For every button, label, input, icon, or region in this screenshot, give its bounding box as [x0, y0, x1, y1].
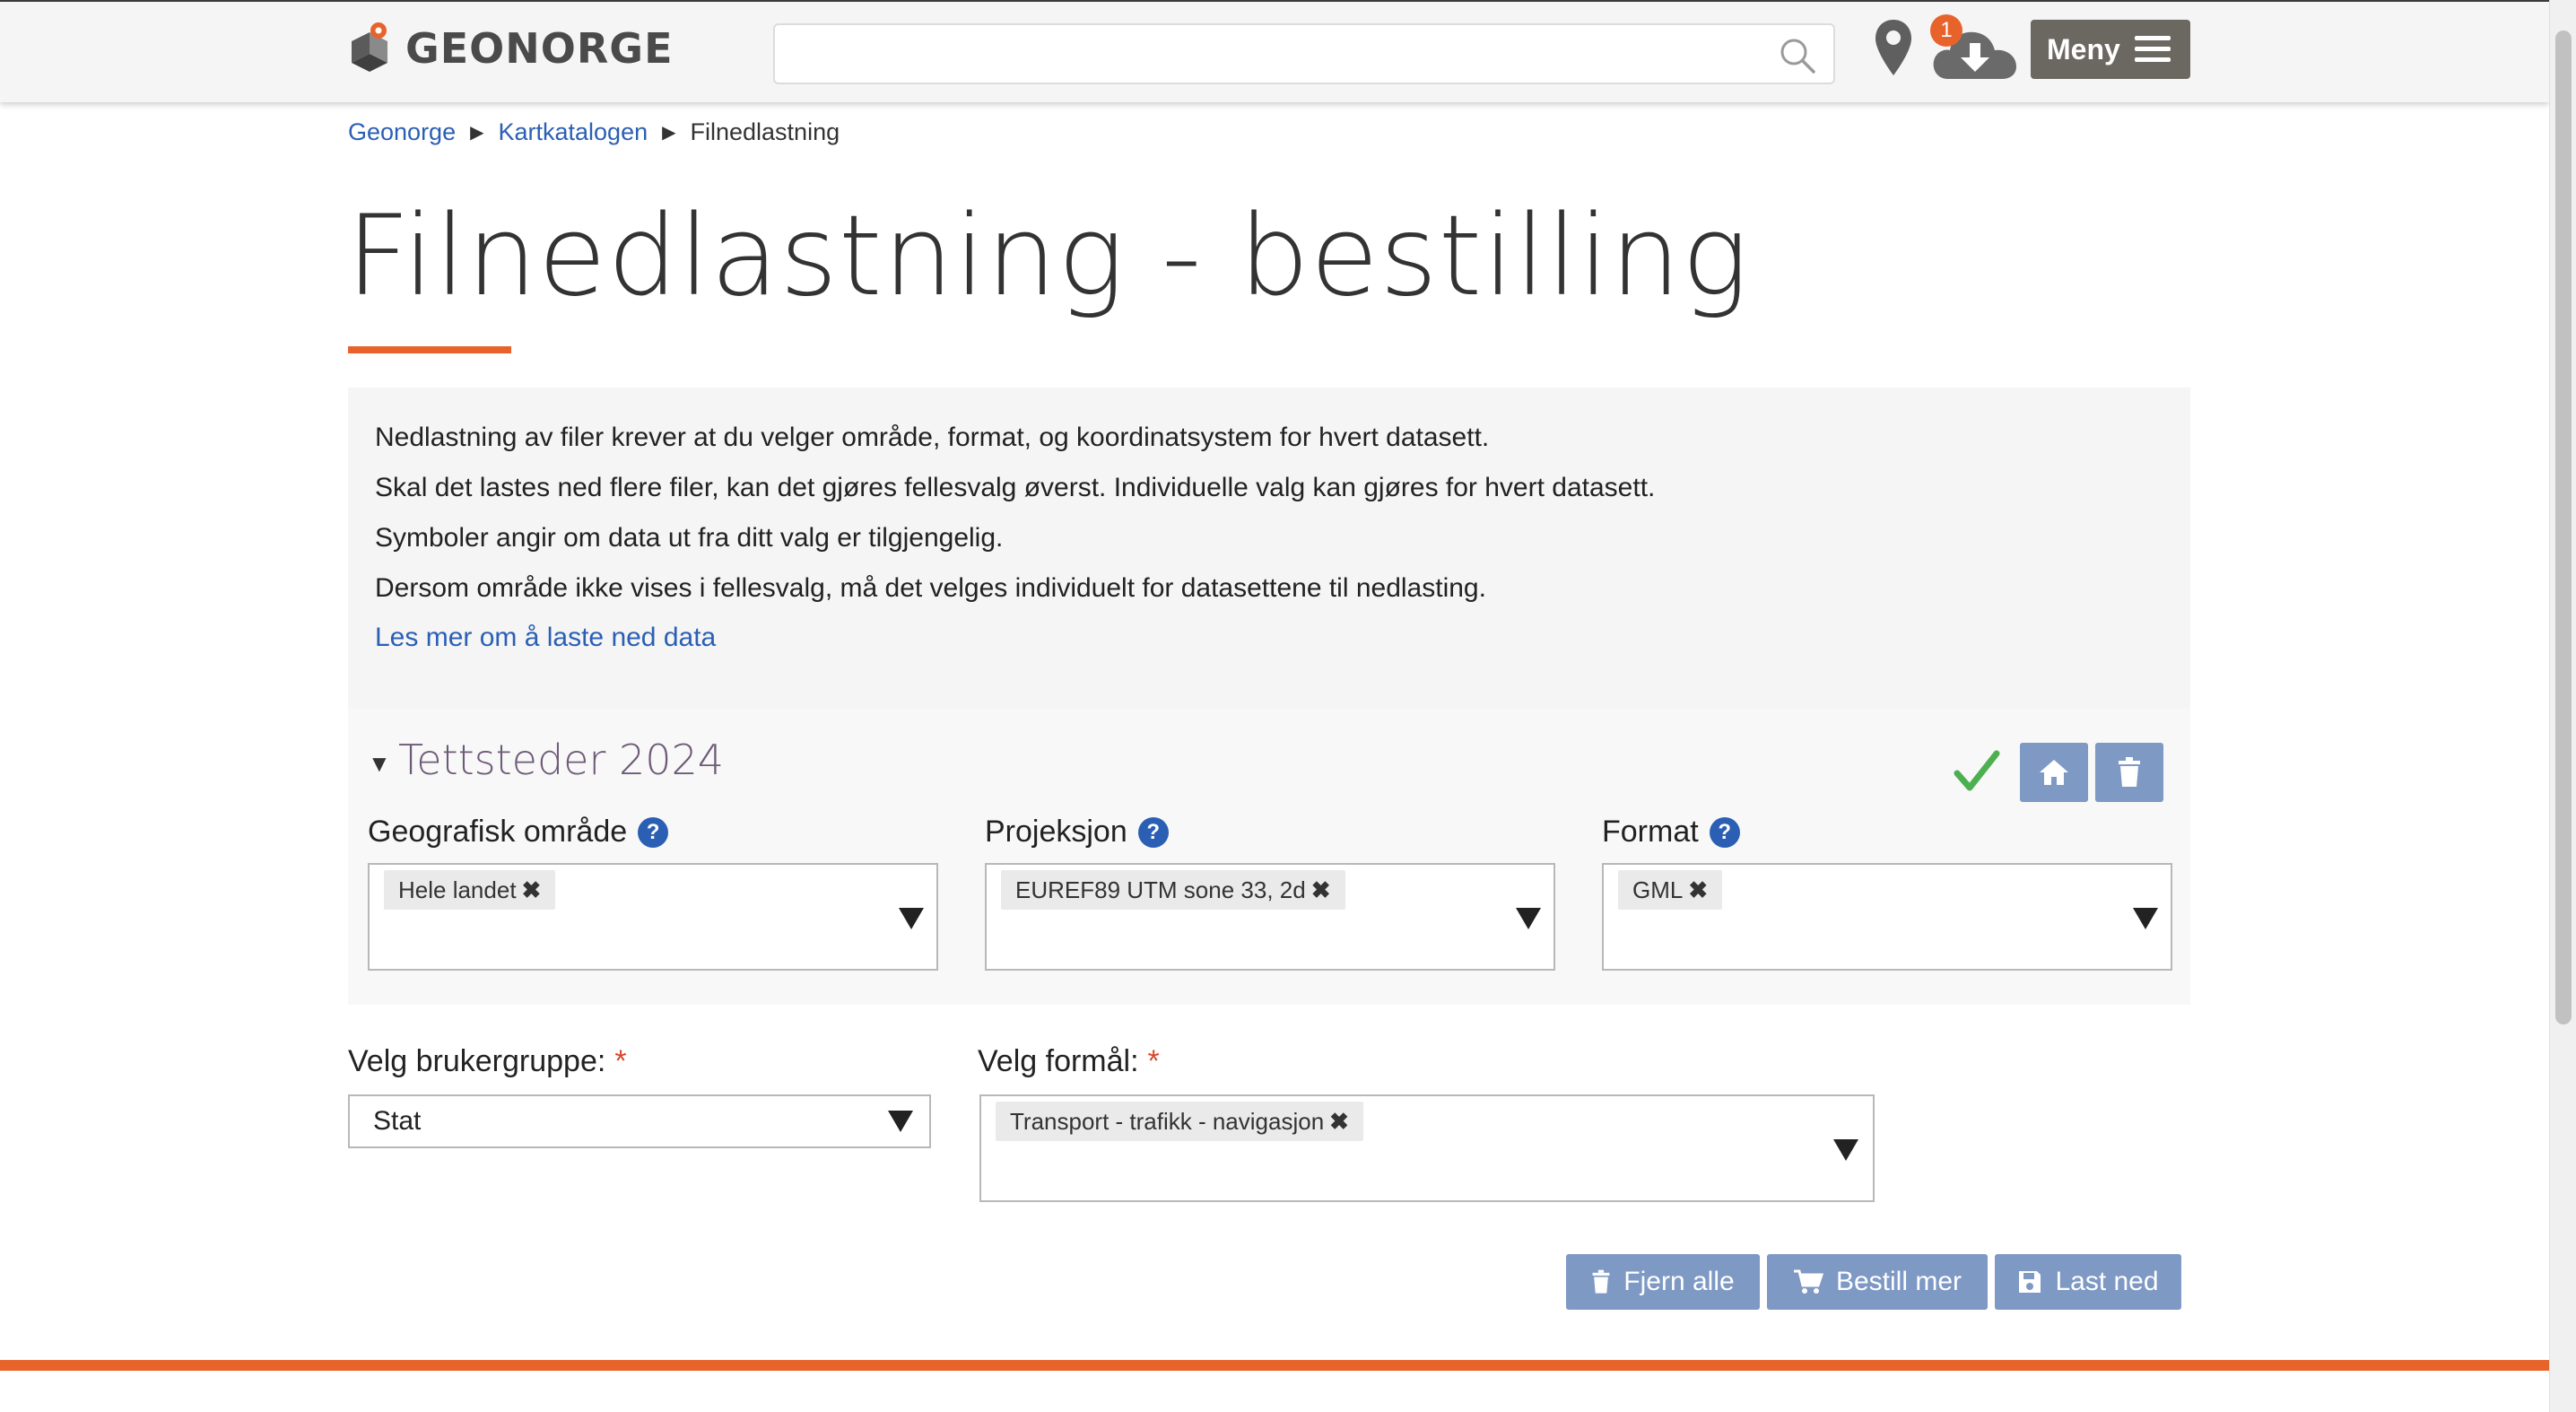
area-home-button[interactable]	[2020, 743, 2088, 802]
order-more-label: Bestill mer	[1835, 1267, 1962, 1296]
geonorge-logo-mark	[348, 22, 391, 75]
dropdown-arrow-icon[interactable]	[888, 1111, 913, 1132]
cart-icon	[1793, 1269, 1823, 1294]
breadcrumb-separator-icon: ▶	[470, 123, 484, 143]
remove-chip-icon[interactable]: ✖	[1688, 876, 1708, 904]
help-icon[interactable]: ?	[1709, 816, 1740, 848]
available-check-icon	[1954, 750, 2000, 791]
format-field-label: Format ?	[1602, 815, 1740, 850]
purpose-label-text: Velg formål:	[978, 1044, 1139, 1078]
info-line: Dersom område ikke vises i fellesvalg, m…	[375, 573, 1486, 603]
download-label: Last ned	[2055, 1267, 2159, 1296]
remove-chip-icon[interactable]: ✖	[1329, 1108, 1349, 1136]
purpose-select[interactable]: Transport - trafikk - navigasjon ✖	[979, 1094, 1875, 1202]
info-line: Skal det lastes ned flere filer, kan det…	[375, 473, 1656, 502]
breadcrumb-geonorge[interactable]: Geonorge	[348, 118, 456, 146]
delete-dataset-button[interactable]	[2095, 743, 2163, 802]
scrollbar-thumb[interactable]	[2555, 31, 2572, 1024]
collapse-triangle-icon[interactable]: ▼	[368, 750, 391, 778]
title-underline	[348, 346, 511, 353]
page-scrollbar[interactable]	[2549, 0, 2576, 1412]
chip-label: EUREF89 UTM sone 33, 2d	[1015, 876, 1306, 903]
search-input[interactable]	[775, 25, 1762, 83]
breadcrumb-kartkatalogen[interactable]: Kartkatalogen	[498, 118, 648, 146]
chip-label: Hele landet	[398, 876, 517, 903]
download-count-badge: 1	[1930, 14, 1962, 47]
home-icon	[2040, 760, 2068, 785]
purpose-label: Velg formål: *	[978, 1044, 1160, 1079]
help-icon[interactable]: ?	[638, 816, 669, 848]
projection-label-text: Projeksjon	[985, 815, 1127, 849]
download-button[interactable]: Last ned	[1995, 1254, 2181, 1310]
order-more-button[interactable]: Bestill mer	[1767, 1254, 1988, 1310]
footer-accent-line	[0, 1360, 2549, 1371]
trash-icon	[2119, 757, 2140, 787]
search-icon[interactable]	[1778, 36, 1817, 75]
map-pin-icon[interactable]	[1873, 18, 1914, 79]
top-navigation-bar: GEONORGE 1 Meny	[0, 0, 2549, 102]
usergroup-value: Stat	[373, 1106, 422, 1136]
remove-chip-icon[interactable]: ✖	[1311, 876, 1331, 904]
breadcrumb-separator-icon: ▶	[662, 123, 676, 143]
trash-icon	[1592, 1269, 1610, 1294]
menu-button[interactable]: Meny	[2031, 20, 2190, 79]
projection-select[interactable]: EUREF89 UTM sone 33, 2d ✖	[985, 863, 1555, 971]
help-icon[interactable]: ?	[1137, 816, 1169, 848]
breadcrumb: Geonorge ▶ Kartkatalogen ▶ Filnedlastnin…	[348, 118, 840, 146]
hamburger-icon	[2134, 36, 2171, 63]
dataset-title[interactable]: Tettsteder 2024	[398, 736, 724, 784]
dropdown-arrow-icon[interactable]	[899, 908, 924, 929]
info-box: Nedlastning av filer krever at du velger…	[348, 388, 2190, 709]
dataset-panel: ▼ Tettsteder 2024 Geografisk område ? He…	[348, 709, 2190, 1005]
format-label-text: Format	[1602, 815, 1699, 849]
dropdown-arrow-icon[interactable]	[2133, 908, 2158, 929]
search-bar[interactable]	[773, 23, 1835, 84]
required-marker: *	[614, 1044, 627, 1078]
dropdown-arrow-icon[interactable]	[1516, 908, 1541, 929]
format-select[interactable]: GML ✖	[1602, 863, 2172, 971]
dropdown-arrow-icon[interactable]	[1833, 1139, 1858, 1161]
info-line: Symboler angir om data ut fra ditt valg …	[375, 523, 1004, 553]
page-title: Filnedlastning - bestilling	[346, 192, 1750, 321]
required-marker: *	[1147, 1044, 1160, 1078]
logo-text: GEONORGE	[405, 24, 674, 73]
menu-button-label: Meny	[2047, 32, 2120, 65]
area-select[interactable]: Hele landet ✖	[368, 863, 938, 971]
remove-chip-icon[interactable]: ✖	[522, 876, 542, 904]
save-icon	[2019, 1271, 2041, 1293]
area-label-text: Geografisk område	[368, 815, 628, 849]
remove-all-button[interactable]: Fjern alle	[1566, 1254, 1760, 1310]
remove-all-label: Fjern alle	[1623, 1267, 1735, 1296]
info-line: Nedlastning av filer krever at du velger…	[375, 423, 1490, 452]
chip-label: Transport - trafikk - navigasjon	[1010, 1107, 1325, 1135]
selected-chip: Hele landet ✖	[384, 870, 556, 910]
usergroup-select[interactable]: Stat	[348, 1094, 931, 1148]
usergroup-label-text: Velg brukergruppe:	[348, 1044, 606, 1078]
geonorge-logo[interactable]: GEONORGE	[348, 22, 674, 75]
selected-chip: Transport - trafikk - navigasjon ✖	[996, 1102, 1363, 1141]
selected-chip: GML ✖	[1618, 870, 1723, 910]
area-field-label: Geografisk område ?	[368, 815, 669, 850]
breadcrumb-current: Filnedlastning	[690, 118, 840, 145]
read-more-link[interactable]: Les mer om å laste ned data	[375, 623, 2163, 653]
chip-label: GML	[1632, 876, 1684, 903]
selected-chip: EUREF89 UTM sone 33, 2d ✖	[1001, 870, 1345, 910]
usergroup-label: Velg brukergruppe: *	[348, 1044, 627, 1079]
projection-field-label: Projeksjon ?	[985, 815, 1169, 850]
